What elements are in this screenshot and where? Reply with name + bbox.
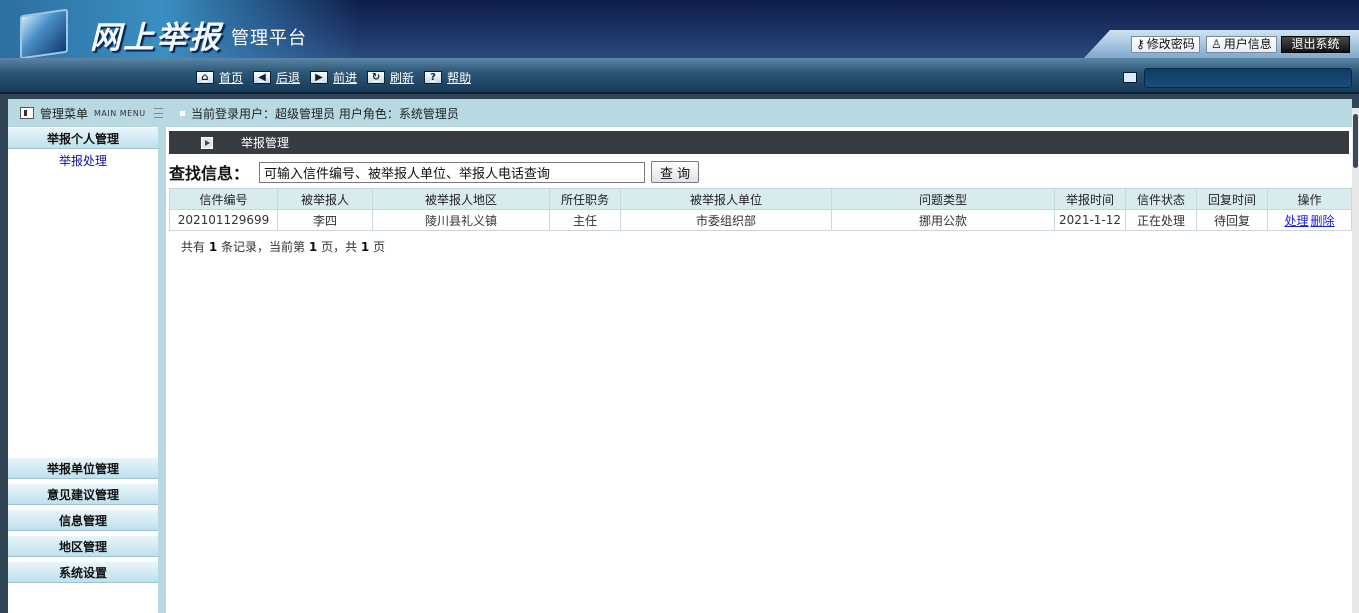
change-password-button[interactable]: ⚷ 修改密码 <box>1131 36 1200 53</box>
sidebar-group-suggestions[interactable]: 意见建议管理 <box>8 483 158 505</box>
user-info-button[interactable]: ♙ 用户信息 <box>1206 36 1277 53</box>
col-header: 信件编号 <box>169 188 278 210</box>
cell-ops: 处理 删除 <box>1267 209 1352 231</box>
sidebar: 举报个人管理 举报处理 举报单位管理 意见建议管理 信息管理 地区管理 系统设置 <box>8 127 158 613</box>
nav-home[interactable]: ⌂ 首页 <box>196 69 243 86</box>
back-arrow-icon: ◀ <box>253 71 272 84</box>
nav-forward[interactable]: ▶ 前进 <box>310 69 357 86</box>
delete-link[interactable]: 删除 <box>1311 214 1335 228</box>
play-icon <box>201 136 213 149</box>
info-strip: 管理菜单 MAIN MENU 当前登录用户：超级管理员 用户角色：系统管理员 <box>8 99 1352 127</box>
current-page: 1 <box>308 240 318 254</box>
nav-refresh[interactable]: ↻ 刷新 <box>367 69 414 86</box>
sidebar-item-report-process[interactable]: 举报处理 <box>8 149 158 171</box>
monitor-logo-icon <box>14 6 78 58</box>
screen-icon <box>1123 72 1137 83</box>
sidebar-group-info[interactable]: 信息管理 <box>8 509 158 531</box>
sidebar-group-report-unit[interactable]: 举报单位管理 <box>8 457 158 479</box>
col-header: 被举报人地区 <box>372 188 550 210</box>
app-header: 网上举报 管理平台 ⚷ 修改密码 ♙ 用户信息 退出系统 <box>0 0 1359 58</box>
col-header: 举报时间 <box>1054 188 1126 210</box>
cell-issue-type: 挪用公款 <box>831 209 1055 231</box>
page-count: 1 <box>360 240 370 254</box>
cell-letter-no: 202101129699 <box>169 209 278 231</box>
nav-help[interactable]: ? 帮助 <box>424 69 471 86</box>
main-frame: 管理菜单 MAIN MENU 当前登录用户：超级管理员 用户角色：系统管理员 举… <box>0 94 1359 613</box>
frame-inner: 管理菜单 MAIN MENU 当前登录用户：超级管理员 用户角色：系统管理员 举… <box>8 99 1352 613</box>
search-input[interactable] <box>259 161 646 183</box>
col-header: 操作 <box>1267 188 1352 210</box>
scrollbar-thumb[interactable] <box>1353 114 1358 168</box>
nav-back[interactable]: ◀ 后退 <box>253 69 300 86</box>
menu-panel-icon <box>20 107 34 119</box>
table-row: 202101129699 李四 陵川县礼义镇 主任 市委组织部 挪用公款 202… <box>169 209 1352 231</box>
sidebar-group-report-person[interactable]: 举报个人管理 <box>8 127 158 149</box>
brand-subtitle: 管理平台 <box>231 28 307 49</box>
cell-unit: 市委组织部 <box>620 209 832 231</box>
col-header: 信件状态 <box>1125 188 1197 210</box>
menu-lines-icon <box>153 108 163 118</box>
content-title: 举报管理 <box>241 136 290 150</box>
logout-button[interactable]: 退出系统 <box>1281 36 1350 53</box>
cell-reply-time: 待回复 <box>1196 209 1268 231</box>
total-count: 1 <box>208 240 218 254</box>
col-header: 回复时间 <box>1196 188 1268 210</box>
sidebar-group-region[interactable]: 地区管理 <box>8 535 158 557</box>
current-user-info: 当前登录用户：超级管理员 用户角色：系统管理员 <box>180 105 459 122</box>
cell-report-time: 2021-1-12 <box>1054 209 1126 231</box>
search-row: 查找信息： 查 询 <box>169 160 700 184</box>
help-icon: ? <box>424 71 443 84</box>
toolbar: ⌂ 首页 ◀ 后退 ▶ 前进 ↻ 刷新 ? 帮助 <box>0 58 1359 94</box>
home-icon: ⌂ <box>196 71 214 84</box>
bullet-icon <box>180 110 185 116</box>
forward-arrow-icon: ▶ <box>310 71 329 84</box>
cell-status: 正在处理 <box>1125 209 1197 231</box>
search-label: 查找信息： <box>169 164 250 183</box>
refresh-icon: ↻ <box>367 71 386 84</box>
brand-title: 网上举报 <box>90 20 222 56</box>
user-icon: ♙ <box>1211 37 1222 51</box>
col-header: 问题类型 <box>831 188 1055 210</box>
search-button[interactable]: 查 询 <box>651 161 700 183</box>
report-table: 信件编号 被举报人 被举报人地区 所任职务 被举报人单位 问题类型 举报时间 信… <box>169 188 1352 231</box>
cell-position: 主任 <box>549 209 621 231</box>
col-header: 被举报人单位 <box>620 188 832 210</box>
content-title-bar: 举报管理 <box>169 131 1349 154</box>
key-icon: ⚷ <box>1136 37 1145 51</box>
cell-reported-person: 李四 <box>277 209 373 231</box>
table-header-row: 信件编号 被举报人 被举报人地区 所任职务 被举报人单位 问题类型 举报时间 信… <box>169 188 1352 210</box>
cell-region: 陵川县礼义镇 <box>372 209 550 231</box>
menu-title: 管理菜单 MAIN MENU <box>8 105 168 122</box>
sidebar-group-settings[interactable]: 系统设置 <box>8 561 158 583</box>
pagination-info: 共有 1 条记录，当前第 1 页，共 1 页 <box>181 240 386 254</box>
process-link[interactable]: 处理 <box>1284 214 1308 228</box>
col-header: 所任职务 <box>549 188 621 210</box>
status-box <box>1144 68 1352 88</box>
col-header: 被举报人 <box>277 188 373 210</box>
content-panel: 举报管理 查找信息： 查 询 信件编号 被举报人 被举报人地区 <box>166 127 1352 613</box>
page-scrollbar[interactable] <box>1352 108 1359 613</box>
